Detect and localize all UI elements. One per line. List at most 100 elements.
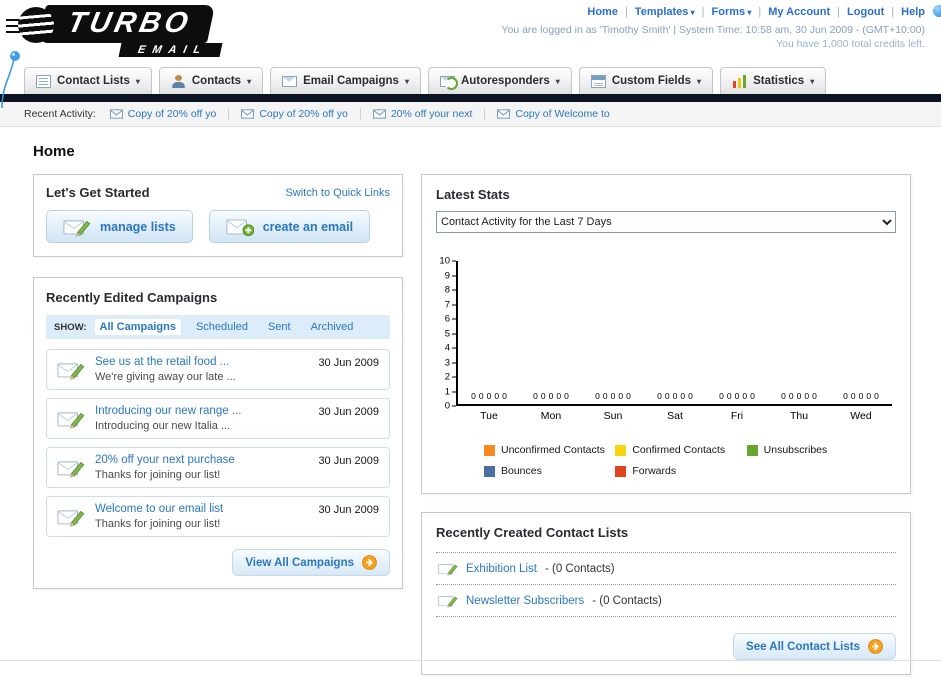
main-content: Home Let's Get Started Switch to Quick L… [0,127,941,675]
tab-autoresponders[interactable]: Autoresponders ▾ [427,67,572,94]
logo-title: TURBO [37,5,216,43]
recent-activity-item[interactable]: Copy of Welcome to [497,108,621,120]
utility-link-templates[interactable]: Templates ▾ [635,6,695,18]
contact-list-count: - (0 Contacts) [592,594,662,607]
view-all-campaigns-button[interactable]: View All Campaigns [232,549,390,576]
x-tick-label: Fri [730,410,744,422]
contact-list-count: - (0 Contacts) [544,562,615,575]
filter-archived[interactable]: Archived [306,319,359,335]
tab-contact-lists[interactable]: Contact Lists ▾ [24,67,152,94]
campaign-date: 30 Jun 2009 [318,504,379,516]
contact-lists-title: Recently Created Contact Lists [436,525,629,540]
utility-link-logout[interactable]: Logout [847,6,884,18]
bar-value-label: 0 [726,391,732,401]
bar-value-label: 0 [618,391,624,401]
campaign-subtitle: Introducing our new Italia ... [95,420,231,432]
contact-list-row[interactable]: Newsletter Subscribers - (0 Contacts) [436,585,896,617]
manage-lists-button[interactable]: manage lists [46,210,193,243]
campaign-title-link[interactable]: Welcome to our email list [95,503,308,515]
recent-activity-label: 20% off your next [390,108,473,120]
filter-sent[interactable]: Sent [263,319,296,335]
bar-group-wed: 00000 [830,392,892,404]
page-title: Home [33,143,75,160]
autoresponders-icon [439,76,458,90]
recent-activity-item[interactable]: Copy of 20% off yo [109,108,230,120]
campaign-item[interactable]: Welcome to our email list Thanks for join… [46,496,390,537]
legend-swatch [484,465,495,477]
recent-activity-label: Copy of Welcome to [515,108,610,120]
bar-value-label: 0 [719,391,724,401]
tab-statistics[interactable]: Statistics ▾ [720,67,827,94]
bar-group-tue: 00000 [458,392,520,404]
see-all-contact-lists-label: See All Contact Lists [746,640,860,653]
filter-scheduled[interactable]: Scheduled [191,319,253,335]
latest-stats-title: Latest Stats [436,187,510,202]
y-tick-label: 3 [445,358,456,367]
create-email-button[interactable]: create an email [208,210,371,243]
tab-email-campaigns[interactable]: Email Campaigns ▾ [270,67,421,94]
contact-list-link[interactable]: Exhibition List [466,563,537,575]
tab-label: Contact Lists [57,75,130,87]
campaign-text: Welcome to our email list Thanks for join… [95,503,308,530]
bar-value-label: 0 [494,391,500,401]
nav-separator: | [891,6,895,18]
campaign-item[interactable]: 20% off your next purchase Thanks for joi… [46,447,390,488]
recent-activity-label: Copy of 20% off yo [259,108,348,120]
bar-value-label: 0 [866,391,872,401]
campaign-title-link[interactable]: See us at the retail food ... [95,356,308,368]
logo-subtitle: EMAIL [118,43,223,57]
see-all-contact-lists-button[interactable]: See All Contact Lists [733,633,896,660]
logo-antenna-decoration [1,51,20,109]
bar-value-label: 0 [688,391,693,401]
utility-link-home[interactable]: Home [587,6,618,18]
campaign-date: 30 Jun 2009 [318,455,379,467]
campaign-item[interactable]: See us at the retail food ... We're givin… [46,349,390,390]
utility-link-my-account[interactable]: My Account [768,6,830,18]
contact-list-row[interactable]: Exhibition List - (0 Contacts) [436,553,896,585]
legend-swatch [615,444,627,456]
campaign-item[interactable]: Introducing our new range ... Introducing… [46,398,390,439]
bar-value-label: 0 [478,391,484,401]
chevron-down-icon: ▾ [135,76,140,86]
recent-activity-items: Copy of 20% off yo Copy of 20% off yo 20% … [109,108,622,120]
chevron-down-icon: ▾ [688,8,695,17]
stats-range-select[interactable]: Contact Activity for the Last 7 Days [436,211,896,233]
nav-separator: | [758,6,762,18]
tab-label: Autoresponders [460,75,550,87]
tab-custom-fields[interactable]: Custom Fields ▾ [578,67,714,94]
campaign-subtitle: We're giving away our late ... [95,371,236,383]
envelope-pencil-icon [57,408,85,429]
chart-y-axis: 0 1 2 3 4 5 6 7 8 9 10 [436,256,456,411]
chart-legend: Unconfirmed Contacts Confirmed Contacts Un… [484,444,872,477]
chart-plot: 00000000000000000000000000000000000 [456,261,892,406]
bar-value-label: 0 [804,391,810,401]
utility-link-forms[interactable]: Forms ▾ [712,6,752,18]
recent-activity-item[interactable]: 20% off your next [372,108,486,120]
bar-value-label: 0 [471,391,476,401]
view-all-campaigns-label: View All Campaigns [245,556,354,569]
custom-fields-icon [590,74,606,88]
bar-value-label: 0 [502,391,507,401]
switch-quick-links-link[interactable]: Switch to Quick Links [285,187,390,199]
campaign-title-link[interactable]: Introducing our new range ... [95,405,308,417]
x-tick-label: Sun [603,410,623,422]
manage-lists-label: manage lists [100,219,176,234]
tab-contacts[interactable]: Contacts ▾ [158,67,264,94]
session-info: You are logged in as 'Timothy Smith' | S… [501,24,925,36]
chevron-down-icon: ▾ [404,76,409,86]
recent-activity-item[interactable]: Copy of 20% off yo [241,108,361,120]
campaign-text: 20% off your next purchase Thanks for joi… [95,454,308,481]
bar-value-label: 0 [750,391,755,401]
envelope-plus-icon [226,216,254,237]
legend-item: Bounces [484,465,609,477]
bar-value-label: 0 [657,391,662,401]
bar-group-mon: 00000 [520,392,582,404]
campaign-list: See us at the retail food ... We're givin… [46,349,390,537]
recent-activity-heading: Recent Activity: [24,108,96,120]
x-tick-label: Sat [667,410,683,422]
campaign-title-link[interactable]: 20% off your next purchase [95,454,308,466]
credits-info: You have 1,000 total credits left. [775,38,925,50]
contact-list-link[interactable]: Newsletter Subscribers [466,595,584,607]
utility-link-help[interactable]: Help [901,6,925,18]
filter-all-campaigns[interactable]: All Campaigns [94,319,181,335]
